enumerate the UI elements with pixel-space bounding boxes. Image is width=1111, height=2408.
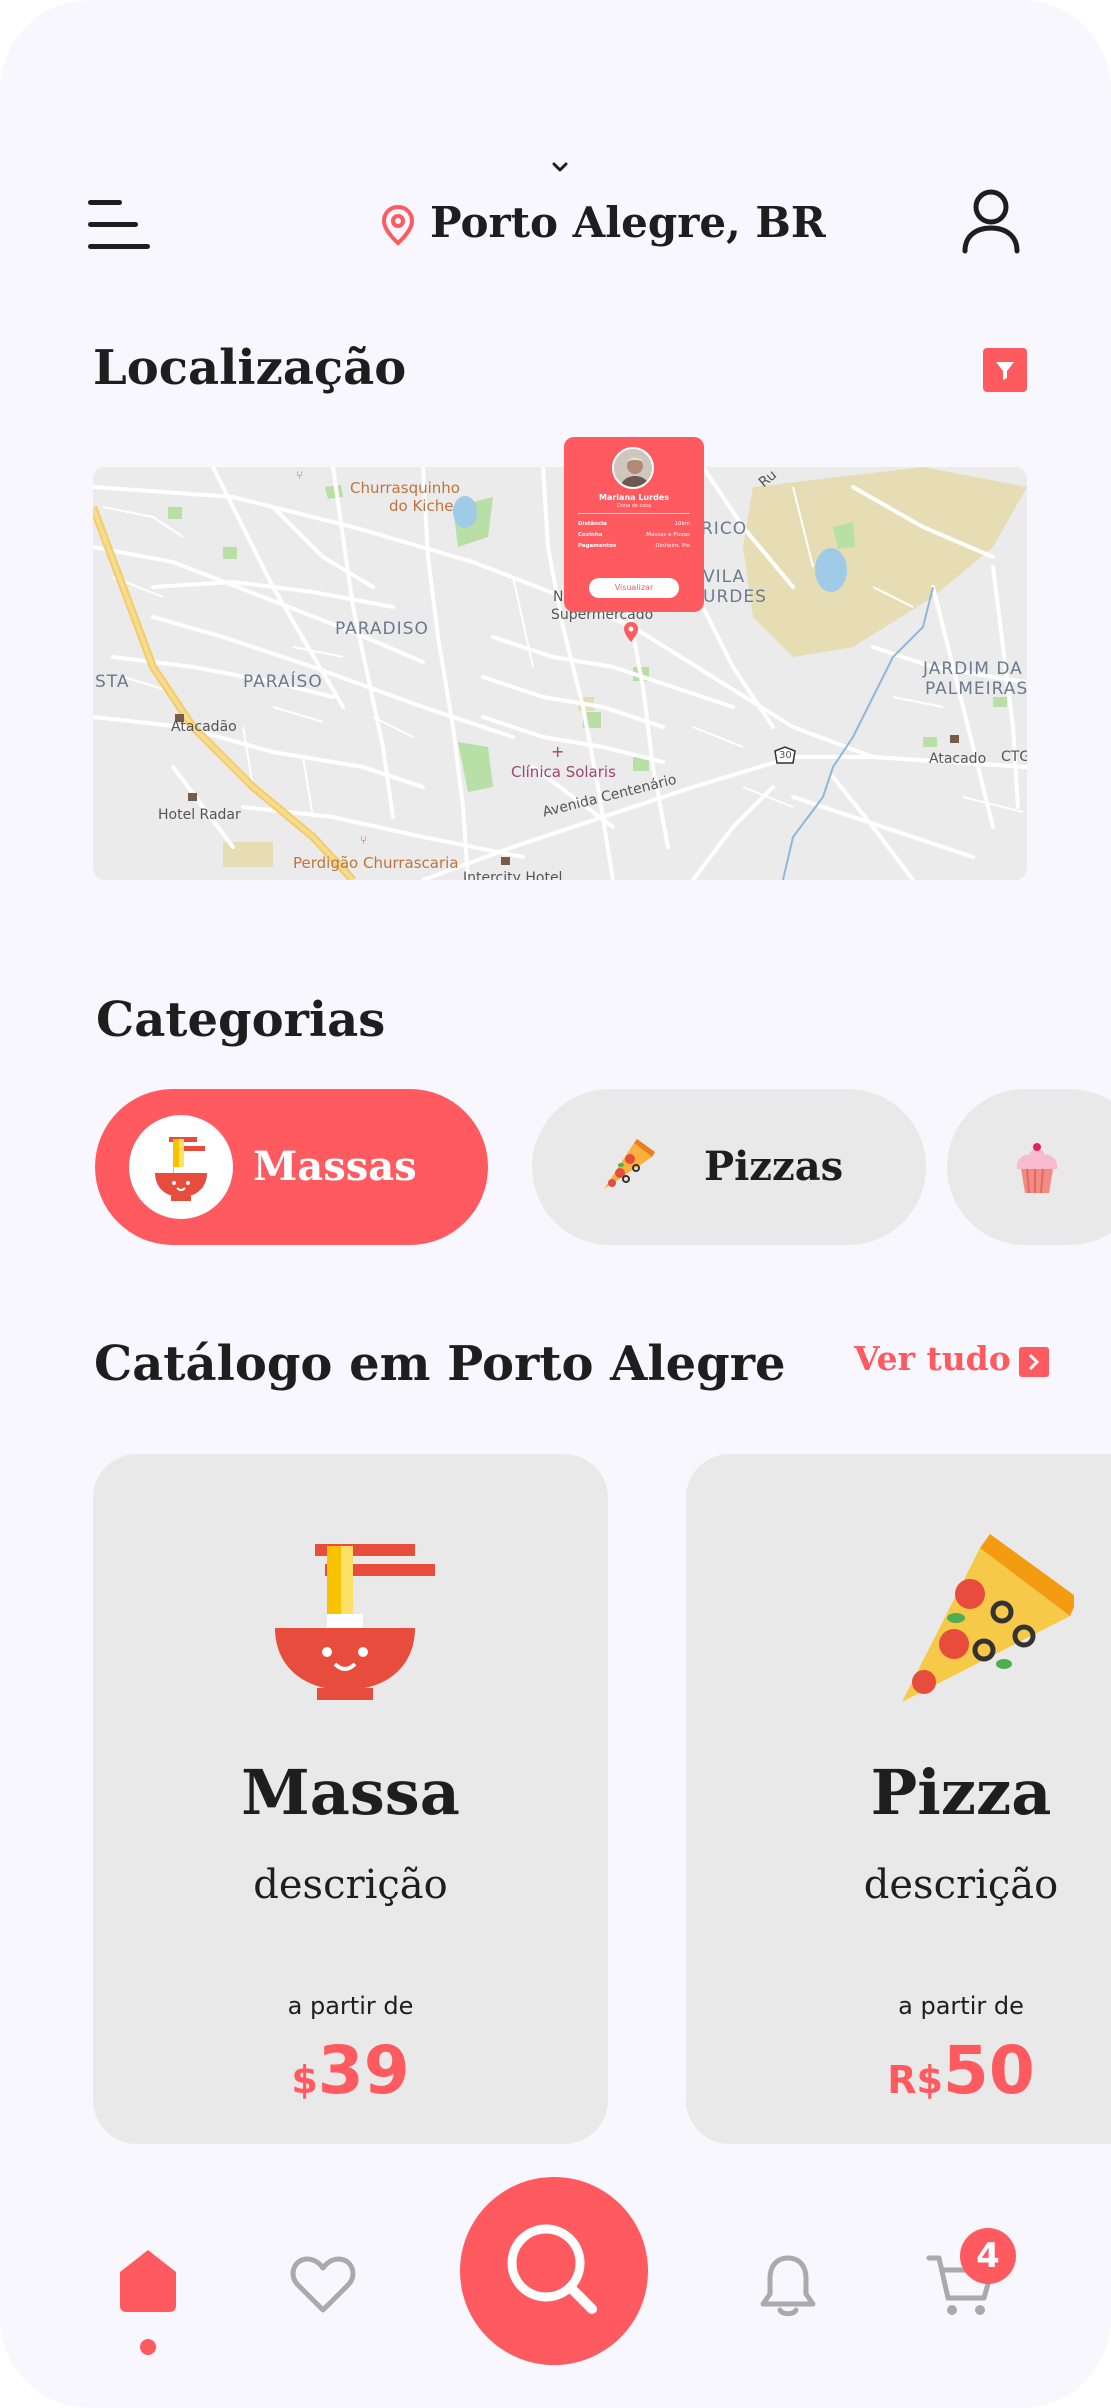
card-price-prefix: a partir de bbox=[898, 1992, 1024, 2020]
chevron-right-icon bbox=[1028, 1353, 1040, 1371]
card-price-currency: R$ bbox=[887, 2058, 943, 2102]
home-icon[interactable] bbox=[118, 2248, 178, 2314]
search-icon bbox=[507, 2224, 597, 2314]
location-selector[interactable]: Porto Alegre, BR bbox=[430, 198, 826, 247]
heart-icon[interactable] bbox=[290, 2254, 356, 2314]
pizza-slice-icon bbox=[604, 1139, 655, 1189]
cupcake-icon bbox=[1016, 1143, 1058, 1194]
svg-text:⑂: ⑂ bbox=[296, 468, 303, 482]
cart-count-badge: 4 bbox=[960, 2228, 1016, 2284]
card-price-value: 39 bbox=[317, 2032, 410, 2109]
map-label: RICO bbox=[701, 519, 748, 539]
category-chip-pizzas[interactable]: Pizzas bbox=[532, 1089, 926, 1245]
map-label: Perdigão Churrascaria bbox=[293, 854, 459, 872]
bell-icon[interactable] bbox=[758, 2252, 818, 2318]
map-view[interactable]: ⑂ ⑂ + Churrasquinho do Kiche PARADISO PA… bbox=[93, 467, 1027, 880]
location-pin-icon bbox=[381, 204, 415, 246]
info-row: Distância 10km bbox=[578, 521, 690, 527]
card-price-value: 50 bbox=[942, 2032, 1035, 2109]
map-label: CTG bbox=[1001, 749, 1027, 765]
divider bbox=[578, 513, 690, 514]
avatar bbox=[612, 447, 654, 489]
map-label: Clínica Solaris bbox=[511, 763, 616, 781]
info-value: Dinheiro, Pix bbox=[655, 543, 690, 549]
person-photo-icon bbox=[614, 449, 652, 487]
app-screen: Porto Alegre, BR Localização ⑂ ⑂ + Churr… bbox=[0, 0, 1111, 2408]
map-label: Hotel Radar bbox=[158, 807, 241, 823]
chevron-down-icon[interactable] bbox=[548, 158, 572, 178]
card-description: descrição bbox=[253, 1862, 448, 1908]
map-label: do Kiche bbox=[389, 497, 454, 515]
noodles-bowl-icon bbox=[275, 1544, 435, 1700]
chip-icon-holder bbox=[129, 1115, 233, 1219]
map-label: PARAÍSO bbox=[243, 672, 323, 692]
info-value: Massas e Pizzas bbox=[646, 532, 690, 538]
card-price: R$50 bbox=[686, 2032, 1111, 2109]
catalog-card-massa[interactable]: Massa descrição a partir de $39 bbox=[93, 1454, 608, 2144]
card-title: Massa bbox=[241, 1756, 460, 1829]
map-label: PARADISO bbox=[335, 619, 429, 639]
category-label: Pizzas bbox=[704, 1143, 844, 1190]
map-label: VILA bbox=[703, 567, 746, 587]
pizza-slice-icon bbox=[902, 1534, 1074, 1702]
catalog-card-pizza[interactable]: Pizza descrição a partir de R$50 bbox=[686, 1454, 1111, 2144]
cook-occupation: Dona de casa bbox=[616, 503, 652, 509]
info-row: Pagamentos Dinheiro, Pix bbox=[578, 543, 690, 549]
active-indicator bbox=[140, 2339, 156, 2355]
info-value: 10km bbox=[674, 521, 690, 527]
map-label: STA bbox=[95, 672, 130, 692]
search-button[interactable] bbox=[460, 2177, 648, 2365]
map-label: JARDIM DA bbox=[923, 659, 1023, 679]
info-label: Pagamentos bbox=[578, 543, 617, 549]
cook-info-card[interactable]: Mariana Lurdes Dona de casa Distância 10… bbox=[564, 437, 704, 612]
map-label: Atacado bbox=[929, 751, 987, 767]
info-label: Cozinha bbox=[578, 532, 603, 538]
card-description: descrição bbox=[863, 1862, 1059, 1908]
map-label: 30 bbox=[779, 750, 792, 761]
info-label: Distância bbox=[578, 521, 607, 527]
map-label: URDES bbox=[703, 587, 767, 607]
category-label: Massas bbox=[253, 1143, 417, 1190]
menu-icon[interactable] bbox=[88, 200, 150, 250]
card-price: $39 bbox=[93, 2032, 608, 2109]
filter-icon bbox=[996, 362, 1014, 380]
filter-button[interactable] bbox=[983, 348, 1027, 392]
map-label: Atacadão bbox=[171, 719, 237, 735]
card-price-prefix: a partir de bbox=[287, 1992, 414, 2020]
catalog-title: Catálogo em Porto Alegre bbox=[94, 1336, 786, 1392]
map-label: Intercity Hotel bbox=[463, 870, 563, 880]
svg-text:+: + bbox=[551, 742, 564, 761]
card-title: Pizza bbox=[870, 1756, 1052, 1829]
map-label: Churrasquinho bbox=[350, 479, 460, 497]
view-cook-button[interactable]: Visualizar bbox=[589, 578, 679, 598]
info-row: Cozinha Massas e Pizzas bbox=[578, 532, 690, 538]
map-label: PALMEIRAS bbox=[925, 679, 1027, 699]
category-chip-desserts[interactable] bbox=[947, 1089, 1111, 1245]
user-profile-icon[interactable] bbox=[960, 188, 1022, 254]
see-all-arrow-button[interactable] bbox=[1019, 1347, 1049, 1377]
location-section-title: Localização bbox=[93, 340, 407, 396]
categories-title: Categorias bbox=[96, 992, 386, 1048]
noodles-bowl-icon bbox=[155, 1137, 207, 1201]
card-price-currency: $ bbox=[291, 2058, 318, 2102]
see-all-link[interactable]: Ver tudo bbox=[854, 1339, 1011, 1378]
cook-name: Mariana Lurdes bbox=[599, 493, 669, 502]
category-chip-massas[interactable]: Massas bbox=[95, 1089, 488, 1245]
svg-text:⑂: ⑂ bbox=[360, 833, 367, 847]
